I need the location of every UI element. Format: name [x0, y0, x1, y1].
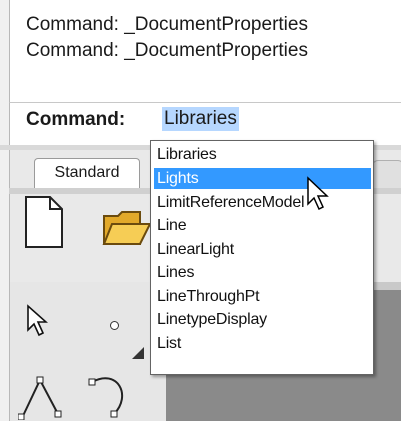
autocomplete-item[interactable]: LinearLight: [154, 239, 371, 260]
curve-tool-icon[interactable]: [18, 370, 148, 420]
autocomplete-item[interactable]: List: [154, 333, 371, 354]
command-prompt-label: Command:: [26, 109, 126, 130]
open-folder-icon[interactable]: [100, 194, 152, 250]
autocomplete-item[interactable]: Line: [154, 215, 371, 236]
toolbar-tab[interactable]: [372, 160, 401, 189]
point-icon[interactable]: [110, 321, 119, 330]
autocomplete-item-selected[interactable]: Lights: [154, 168, 371, 189]
select-arrow-icon[interactable]: [26, 304, 48, 338]
autocomplete-item[interactable]: Lines: [154, 262, 371, 283]
history-line: Command: _DocumentProperties: [26, 14, 308, 35]
autocomplete-dropdown[interactable]: Libraries Lights LimitReferenceModel Lin…: [150, 140, 374, 375]
autocomplete-item[interactable]: LinetypeDisplay: [154, 309, 371, 330]
autocomplete-item[interactable]: Libraries: [154, 144, 371, 165]
history-line: Command: _DocumentProperties: [26, 40, 308, 61]
autocomplete-item[interactable]: LineThroughPt: [154, 286, 371, 307]
command-input[interactable]: Libraries: [162, 107, 239, 131]
autocomplete-item[interactable]: LimitReferenceModel: [154, 192, 371, 213]
tab-standard[interactable]: Standard: [34, 158, 140, 189]
command-line[interactable]: Command: Libraries: [9, 102, 401, 145]
mouse-pointer-icon: [307, 176, 329, 211]
flyout-indicator-icon: [132, 347, 144, 359]
command-history: Command: _DocumentProperties Command: _D…: [9, 0, 401, 102]
new-document-icon[interactable]: [22, 194, 66, 250]
